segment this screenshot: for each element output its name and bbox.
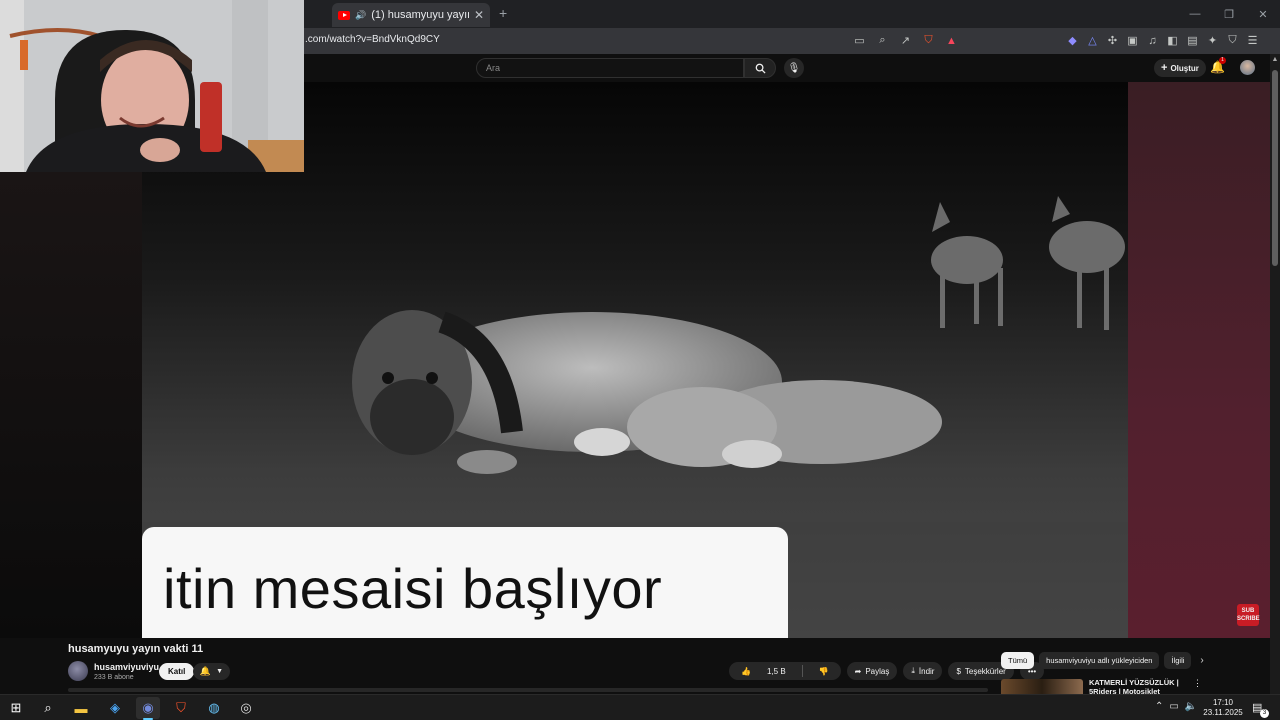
dislike-button[interactable]: 👎 <box>807 662 841 680</box>
wallet-icon[interactable]: ▤ <box>1185 33 1200 48</box>
ambient-left <box>0 172 142 638</box>
ambient-right <box>1128 82 1270 638</box>
brave-shields-icon[interactable]: ⛉ <box>921 33 936 48</box>
sidebar-icon[interactable]: ◧ <box>1165 33 1180 48</box>
new-tab-button[interactable]: + <box>499 5 507 21</box>
create-label: Oluştur <box>1170 63 1199 73</box>
puzzle-extensions-icon[interactable]: ✣ <box>1105 33 1120 48</box>
screenshot-icon[interactable]: ▣ <box>1125 33 1140 48</box>
share-button[interactable]: ➦ Paylaş <box>846 662 898 680</box>
screen: 🔊 (1) husamyuyu yayın vakti 11 ✕ + — ❐ ✕… <box>0 0 1280 720</box>
description-box-top <box>68 688 988 692</box>
close-window-icon[interactable]: ✕ <box>1246 0 1280 28</box>
clock-time: 17:10 <box>1212 698 1234 707</box>
shield-icon[interactable]: ⛉ <box>1225 33 1240 48</box>
thanks-label: Teşekkürler <box>964 666 1006 676</box>
subscribe-notifications-button[interactable]: 🔔 ▼ <box>193 663 230 680</box>
plus-icon: + <box>1161 62 1168 74</box>
menu-icon[interactable]: ☰ <box>1245 33 1260 48</box>
extension-icons: ◆ △ ✣ ▣ ♫ ◧ ▤ ✦ ⛉ ☰ <box>1065 33 1260 48</box>
minimize-icon[interactable]: — <box>1178 0 1212 28</box>
system-tray: ⌃ ▭ 🔈 <box>1155 701 1197 712</box>
chip-all[interactable]: Tümü <box>1001 652 1035 669</box>
app-icon[interactable]: ◈ <box>106 699 124 717</box>
taskbar: ⊞ ⌕ ▬ ◈ ◉ ⛉ ◍ ◎ ⌃ ▭ 🔈 17:10 23.11.2025 ▤… <box>0 694 1280 720</box>
search-button[interactable] <box>744 58 776 78</box>
notification-center-count: 3 <box>1260 709 1269 718</box>
webcam-overlay <box>0 0 304 172</box>
volume-icon[interactable]: 🔈 <box>1185 701 1197 712</box>
like-count: 1,5 B <box>766 666 786 676</box>
voice-search-button[interactable]: 🎙 <box>784 58 804 78</box>
thumbs-down-icon: 👎 <box>818 666 829 676</box>
url-field[interactable]: .com/watch?v=BndVknQd9CY <box>305 34 440 45</box>
steam-icon[interactable]: ◍ <box>205 699 223 717</box>
clock-date: 23.11.2025 <box>1203 708 1243 717</box>
leo-ai-icon[interactable]: ✦ <box>1205 33 1220 48</box>
video-title: husamyuyu yayın vakti 11 <box>68 643 204 655</box>
subscribe-watermark[interactable]: SUB SCRIBE <box>1237 604 1260 626</box>
youtube-favicon-icon <box>338 10 350 20</box>
extension-icon[interactable]: ◆ <box>1065 33 1080 48</box>
system-clock[interactable]: 17:10 23.11.2025 <box>1200 698 1246 718</box>
recommendation-more-icon[interactable]: ⋮ <box>1193 678 1202 689</box>
webcam-feed <box>0 0 304 172</box>
share-arrow-icon: ➦ <box>854 666 862 676</box>
search-input[interactable]: Ara <box>476 58 744 78</box>
like-dislike-group: 👍 1,5 B 👎 <box>729 662 841 680</box>
restore-icon[interactable]: ❐ <box>1212 0 1246 28</box>
network-icon[interactable]: ▭ <box>1169 701 1178 712</box>
thumbs-up-icon: 👍 <box>741 666 751 676</box>
recommendation-chips: Tümü husamviyuviyu adlı yükleyiciden İlg… <box>1001 652 1204 669</box>
taskbar-search-icon[interactable]: ⌕ <box>39 699 57 717</box>
channel-name[interactable]: husamviyuviyu <box>94 662 159 672</box>
scrollbar-thumb[interactable] <box>1272 70 1278 266</box>
bell-icon: 🔔 <box>199 666 212 676</box>
scroll-up-icon[interactable]: ▲ <box>1270 56 1280 63</box>
cast-icon[interactable]: ▭ <box>852 33 867 48</box>
browser-tab-youtube[interactable]: 🔊 (1) husamyuyu yayın vakti 11 ✕ <box>332 3 490 27</box>
chevron-up-icon[interactable]: ⌃ <box>1155 701 1163 712</box>
notification-badge: 1 <box>1219 57 1226 64</box>
video-actions: 👍 1,5 B 👎 ➦ Paylaş ⤓ İndir $ Teşekkürler … <box>729 662 1045 680</box>
recommendation-thumbnail[interactable] <box>1001 679 1083 694</box>
share-icon[interactable]: ↗ <box>898 33 913 48</box>
speaker-icon[interactable]: 🔊 <box>355 10 366 21</box>
brave-rewards-icon[interactable]: ▲ <box>944 33 959 48</box>
download-label: İndir <box>918 666 935 676</box>
chip-related[interactable]: İlgili <box>1164 652 1192 669</box>
recommendation-title[interactable]: KATMERLİ YÜZSÜZLÜK | 5Riders | Motosikle… <box>1089 678 1185 694</box>
chevron-right-icon[interactable]: › <box>1200 655 1203 666</box>
thanks-icon: $ <box>956 666 961 676</box>
download-button[interactable]: ⤓ İndir <box>903 662 943 680</box>
window-controls: — ❐ ✕ <box>1178 0 1280 28</box>
microphone-icon: 🎙 <box>787 62 801 74</box>
chip-from-uploader[interactable]: husamviyuviyu adlı yükleyiciden <box>1039 652 1160 669</box>
address-bar-icons: ▭ ⌕ ↗ ⛉ ▲ <box>852 33 959 48</box>
vpn-icon[interactable]: △ <box>1085 33 1100 48</box>
media-icon[interactable]: ♫ <box>1145 33 1160 48</box>
download-icon: ⤓ <box>911 666 915 675</box>
video-caption: itin mesaisi başlıyor <box>163 557 663 620</box>
file-explorer-icon[interactable]: ▬ <box>72 699 90 717</box>
like-button[interactable]: 👍 1,5 B <box>729 662 798 680</box>
windows-start-icon[interactable]: ⊞ <box>7 699 25 717</box>
discord-icon[interactable]: ◉ <box>139 699 157 717</box>
share-label: Paylaş <box>865 666 890 676</box>
create-button[interactable]: + Oluştur <box>1154 59 1206 77</box>
subscriber-count: 233 B abone <box>94 674 134 681</box>
channel-avatar[interactable] <box>68 661 88 681</box>
tab-title: (1) husamyuyu yayın vakti 11 <box>371 9 469 21</box>
search-icon <box>755 63 766 74</box>
recording-app-icon[interactable]: ◎ <box>237 699 255 717</box>
tab-close-icon[interactable]: ✕ <box>474 8 484 22</box>
chevron-down-icon: ▼ <box>216 668 224 675</box>
zoom-icon[interactable]: ⌕ <box>875 33 890 48</box>
join-button[interactable]: Katıl <box>159 663 195 680</box>
account-avatar[interactable] <box>1240 60 1255 75</box>
divider <box>801 665 803 677</box>
brave-browser-icon[interactable]: ⛉ <box>172 699 190 717</box>
